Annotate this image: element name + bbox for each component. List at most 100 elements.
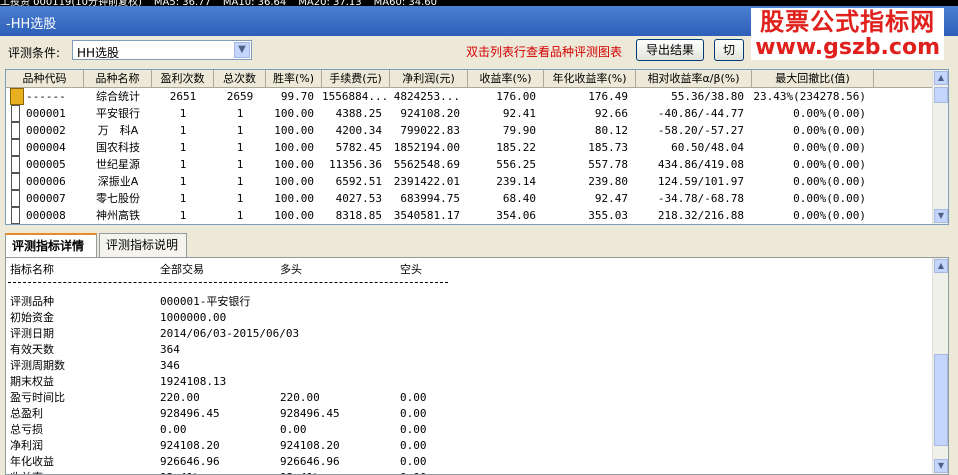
scroll-down-icon[interactable]: ▼ (934, 459, 948, 473)
metric-value-all: 000001-平安银行 (160, 295, 251, 308)
scroll-up-icon[interactable]: ▲ (934, 71, 948, 85)
cell-code: 000006 (26, 175, 66, 188)
metric-value-all: 928496.45 (160, 407, 220, 420)
column-header[interactable]: 最大回撤比(值) (752, 70, 874, 87)
cell-name: 神州高铁 (96, 209, 140, 222)
scroll-up-icon[interactable]: ▲ (934, 259, 948, 273)
cell-winrate: 100.00 (274, 107, 314, 120)
cell-fee: 6592.51 (335, 175, 382, 188)
cell-profit: 924108.20 (400, 107, 460, 120)
tab-explanation[interactable]: 评测指标说明 (99, 233, 187, 257)
cell-code: ------ (26, 90, 66, 103)
cell-wins: 1 (179, 209, 187, 222)
column-header[interactable]: 相对收益率α/β(%) (636, 70, 752, 87)
cell-code: 000007 (26, 192, 66, 205)
cell-wins: 1 (179, 192, 187, 205)
cell-rel: 218.32/216.88 (657, 209, 744, 222)
window-title: -HH选股 (6, 17, 57, 32)
metric-value-short: 0.00 (400, 407, 427, 420)
detail-header: 空头 (400, 263, 422, 276)
cell-rel: 124.59/101.97 (657, 175, 744, 188)
metric-value-all: 926646.96 (160, 455, 220, 468)
cell-total: 1 (236, 107, 244, 120)
window-title-bar: -HH选股 股票公式指标网 www.gszb.com (0, 6, 958, 60)
cell-name: 万 科A (97, 124, 139, 137)
scroll-down-icon[interactable]: ▼ (934, 209, 948, 223)
document-icon (11, 207, 20, 224)
cell-annual: 92.66 (594, 107, 628, 120)
column-header[interactable]: 品种代码 (6, 70, 84, 87)
cell-total: 2659 (226, 90, 254, 103)
cell-name: 平安银行 (96, 107, 140, 120)
column-header[interactable]: 胜率(%) (266, 70, 322, 87)
metric-label: 期末权益 (10, 375, 54, 388)
detail-header: 多头 (280, 263, 302, 276)
table-row[interactable]: 000008 神州高铁 1 1 100.00 8318.85 3540581.17 354.0… (6, 207, 936, 224)
cell-fee: 4027.53 (335, 192, 382, 205)
table-scrollbar[interactable]: ▲ ▼ (932, 70, 948, 224)
metric-value-short: 0.00 (400, 439, 427, 452)
cell-wins: 1 (179, 107, 187, 120)
document-icon (11, 105, 20, 122)
cell-ret: 176.00 (496, 90, 536, 103)
metric-value-all: 2014/06/03-2015/06/03 (160, 327, 300, 340)
tab-details[interactable]: 评测指标详情 (5, 233, 97, 258)
metric-label: 总盈利 (10, 407, 43, 420)
column-header[interactable]: 总次数 (214, 70, 266, 87)
table-row[interactable]: 000006 深振业A 1 1 100.00 6592.51 2391422.01 239.1… (6, 173, 936, 190)
cell-ret: 68.40 (502, 192, 536, 205)
column-header[interactable]: 净利润(元) (390, 70, 468, 87)
partial-button[interactable]: 切 (714, 39, 744, 61)
detail-header: 指标名称 (10, 263, 54, 276)
cell-dd: 0.00%(0.00) (793, 107, 866, 120)
cell-ret: 239.14 (496, 175, 536, 188)
metric-value-short: 0.00 (400, 455, 427, 468)
cell-annual: 92.47 (594, 192, 628, 205)
cell-winrate: 100.00 (274, 158, 314, 171)
column-header[interactable]: 盈利次数 (152, 70, 214, 87)
detail-scrollbar[interactable]: ▲ ▼ (932, 258, 948, 474)
metric-value-all: 220.00 (160, 391, 200, 404)
cell-wins: 1 (179, 124, 187, 137)
table-row[interactable]: 000005 世纪星源 1 1 100.00 11356.36 5562548.69 556.… (6, 156, 936, 173)
cell-dd: 0.00%(0.00) (793, 192, 866, 205)
cell-total: 1 (236, 175, 244, 188)
metric-value-all: 346 (160, 359, 180, 372)
document-icon (11, 190, 20, 207)
table-row[interactable]: 000004 国农科技 1 1 100.00 5782.45 1852194.00 185.2… (6, 139, 936, 156)
export-button[interactable]: 导出结果 (636, 39, 704, 61)
cell-dd: 23.43%(234278.56) (753, 90, 866, 103)
cell-rel: -58.20/-57.27 (657, 124, 744, 137)
cell-fee: 8318.85 (335, 209, 382, 222)
metric-label: 初始资金 (10, 311, 54, 324)
metric-label: 盈亏时间比 (10, 391, 65, 404)
table-row[interactable]: 000002 万 科A 1 1 100.00 4200.34 799022.83 79.90 8… (6, 122, 936, 139)
cell-wins: 1 (179, 175, 187, 188)
scroll-thumb[interactable] (934, 354, 948, 446)
document-icon (11, 173, 20, 190)
detail-panel: 指标名称 全部交易 多头 空头 评测品种 000001-平安银行 初始资金 1000000.… (5, 257, 949, 475)
column-header[interactable]: 手续费(元) (322, 70, 390, 87)
column-header[interactable]: 年化收益率(%) (544, 70, 636, 87)
cell-name: 综合统计 (96, 90, 140, 103)
metric-value-long: 926646.96 (280, 455, 340, 468)
cell-dd: 0.00%(0.00) (793, 124, 866, 137)
table-row[interactable]: 000001 平安银行 1 1 100.00 4388.25 924108.20 92.41 9… (6, 105, 936, 122)
scroll-thumb[interactable] (934, 87, 948, 103)
table-row[interactable]: ------ 综合统计 2651 2659 99.70 1556884... 4824253… (6, 88, 936, 105)
column-header[interactable]: 收益率(%) (468, 70, 544, 87)
condition-select[interactable]: HH选股 ▼ (72, 40, 252, 60)
cell-code: 000004 (26, 141, 66, 154)
chevron-down-icon[interactable]: ▼ (234, 42, 250, 58)
column-header[interactable]: 品种名称 (84, 70, 152, 87)
table-row[interactable]: 000007 零七股份 1 1 100.00 4027.53 683994.75 68.40 9… (6, 190, 936, 207)
metric-value-all: 1000000.00 (160, 311, 227, 324)
cell-name: 世纪星源 (96, 158, 140, 171)
metric-value-long: 0.00 (280, 423, 307, 436)
cell-total: 1 (236, 141, 244, 154)
cell-winrate: 100.00 (274, 192, 314, 205)
metric-value-long: 220.00 (280, 391, 320, 404)
metric-value-all: 924108.20 (160, 439, 220, 452)
cell-dd: 0.00%(0.00) (793, 175, 866, 188)
metric-label: 净利润 (10, 439, 43, 452)
